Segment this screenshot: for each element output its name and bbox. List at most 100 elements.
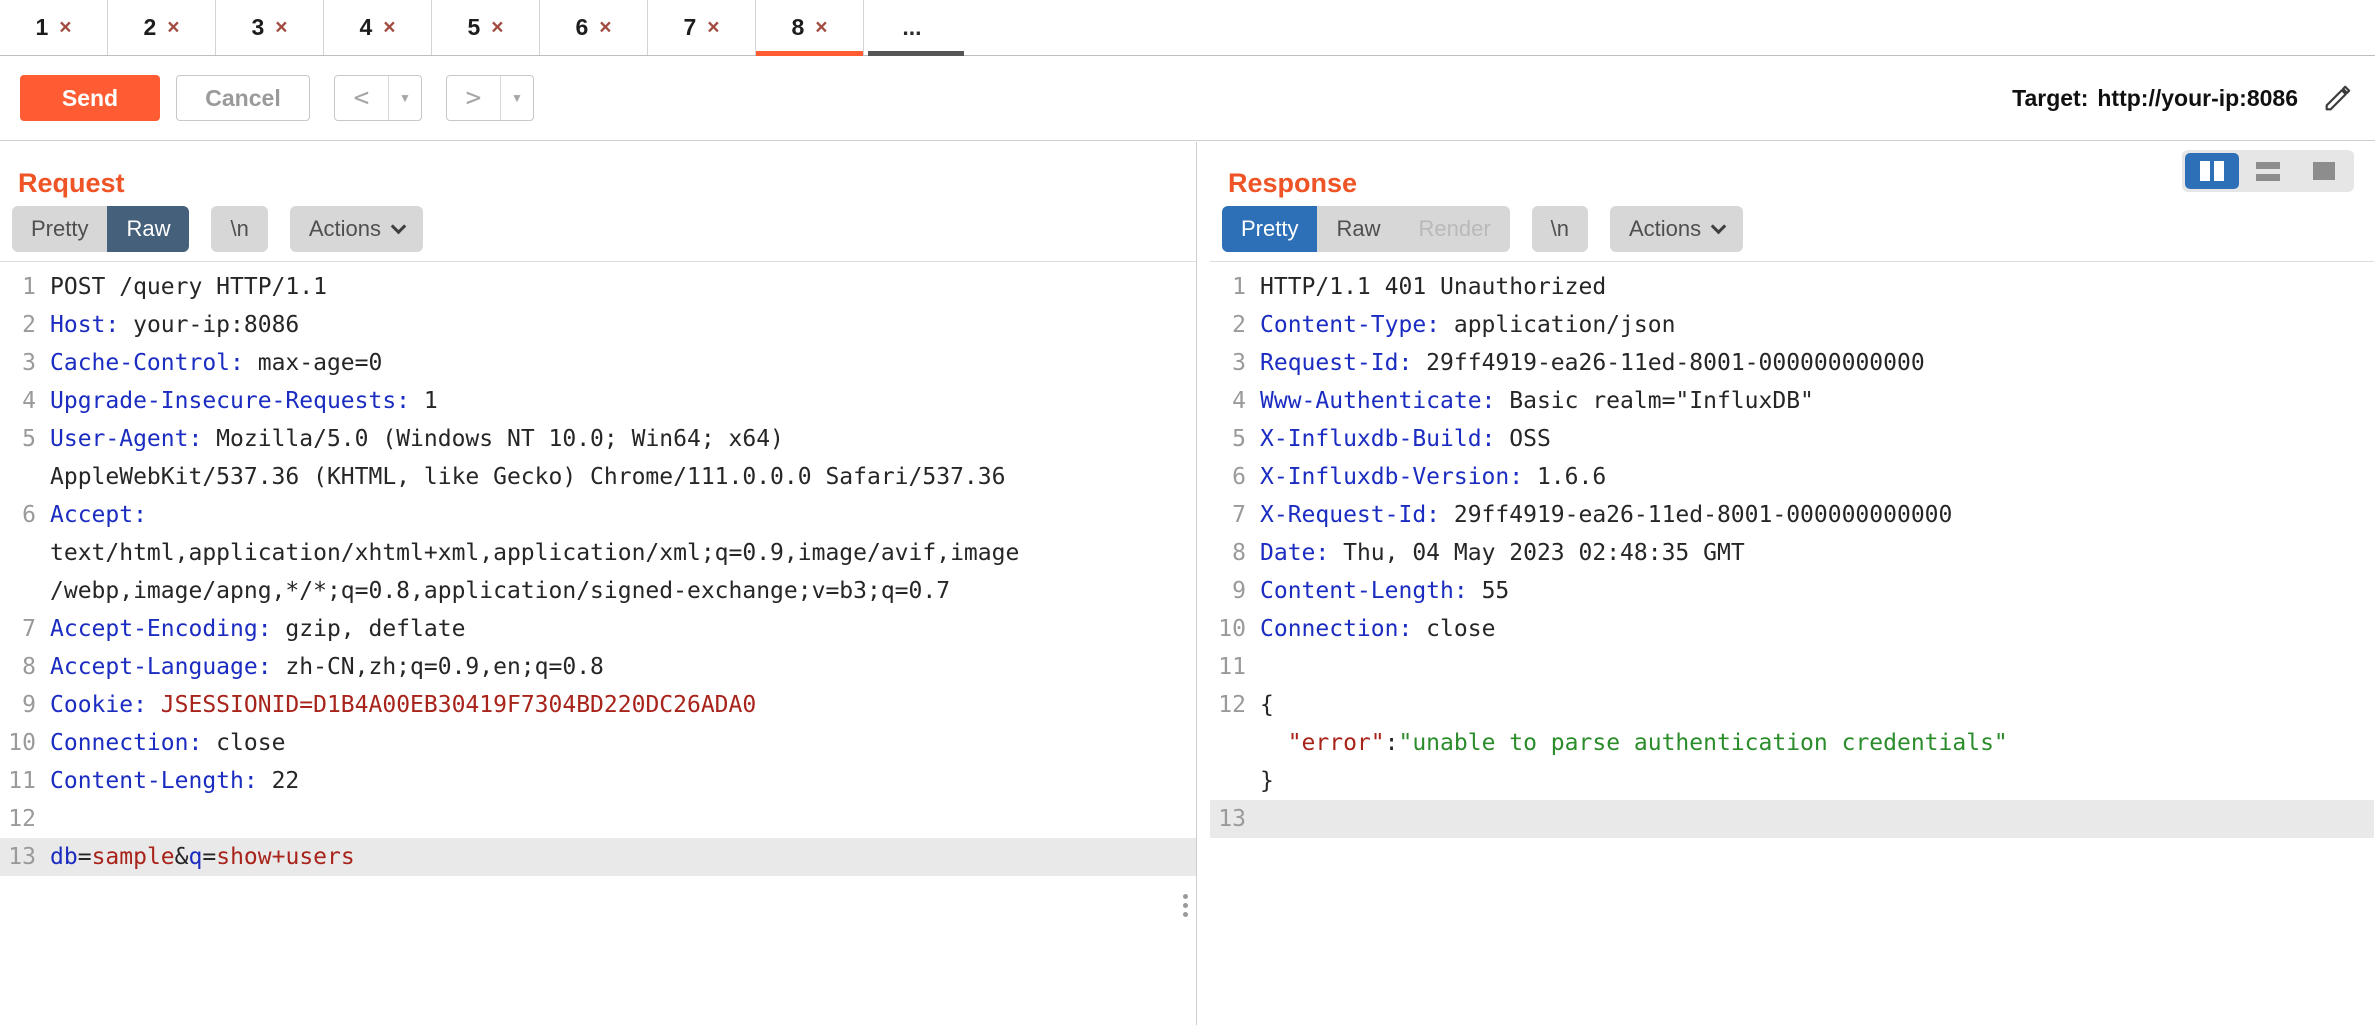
code-line[interactable]: /webp,image/apng,*/*;q=0.8,application/s… — [0, 572, 1196, 610]
panel-splitter[interactable] — [1197, 142, 1210, 1025]
line-number — [0, 534, 46, 572]
close-tab-icon[interactable]: × — [383, 16, 395, 40]
code-line[interactable]: 13db=sample&q=show+users — [0, 838, 1196, 876]
code-line[interactable]: 2Content-Type: application/json — [1210, 306, 2374, 344]
panels-area: Request PrettyRaw \n Actions 1POST /quer… — [0, 141, 2375, 1025]
close-tab-icon[interactable]: × — [59, 16, 71, 40]
code-line[interactable]: 11Content-Length: 22 — [0, 762, 1196, 800]
line-number: 6 — [0, 496, 46, 534]
layout-single-button[interactable] — [2297, 153, 2351, 189]
splitter-grip-icon[interactable] — [1183, 894, 1188, 899]
close-tab-icon[interactable]: × — [275, 16, 287, 40]
close-tab-icon[interactable]: × — [707, 16, 719, 40]
code-line[interactable]: 8Accept-Language: zh-CN,zh;q=0.9,en;q=0.… — [0, 648, 1196, 686]
code-line[interactable]: 4Www-Authenticate: Basic realm="InfluxDB… — [1210, 382, 2374, 420]
code-line[interactable]: text/html,application/xhtml+xml,applicat… — [0, 534, 1196, 572]
close-tab-icon[interactable]: × — [491, 16, 503, 40]
response-mode-tabs-row: PrettyRawRender \n Actions — [1222, 206, 2374, 252]
repeater-tab-6[interactable]: 6× — [540, 0, 648, 55]
line-text: Cookie: JSESSIONID=D1B4A00EB30419F7304BD… — [46, 686, 756, 724]
tab-raw[interactable]: Raw — [107, 206, 189, 252]
code-line[interactable]: 6X-Influxdb-Version: 1.6.6 — [1210, 458, 2374, 496]
history-back-button[interactable]: < — [335, 76, 389, 120]
line-text: db=sample&q=show+users — [46, 838, 355, 876]
request-actions-menu[interactable]: Actions — [290, 206, 423, 252]
line-text: AppleWebKit/537.36 (KHTML, like Gecko) C… — [46, 458, 1005, 496]
response-editor[interactable]: 1HTTP/1.1 401 Unauthorized2Content-Type:… — [1210, 261, 2374, 1025]
line-number: 8 — [1210, 534, 1256, 572]
history-forward-button[interactable]: > — [447, 76, 501, 120]
repeater-tab-2[interactable]: 2× — [108, 0, 216, 55]
rows-layout-icon — [2256, 162, 2280, 181]
edit-target-icon[interactable] — [2321, 81, 2355, 115]
code-line[interactable]: 4Upgrade-Insecure-Requests: 1 — [0, 382, 1196, 420]
newline-toggle[interactable]: \n — [1532, 206, 1588, 252]
tab-pretty[interactable]: Pretty — [1222, 206, 1317, 252]
close-tab-icon[interactable]: × — [815, 16, 827, 40]
code-line[interactable]: 13 — [1210, 800, 2374, 838]
request-editor[interactable]: 1POST /query HTTP/1.12Host: your-ip:8086… — [0, 261, 1196, 1025]
line-text: Content-Length: 22 — [46, 762, 299, 800]
history-back-dropdown-icon[interactable]: ▼ — [389, 76, 421, 120]
line-text: Cache-Control: max-age=0 — [46, 344, 382, 382]
code-line[interactable]: 8Date: Thu, 04 May 2023 02:48:35 GMT — [1210, 534, 2374, 572]
response-title: Response — [1228, 168, 1357, 199]
repeater-tab-7[interactable]: 7× — [648, 0, 756, 55]
response-mode-tab-group: PrettyRawRender — [1222, 206, 1510, 252]
line-number: 4 — [0, 382, 46, 420]
code-line[interactable]: 5X-Influxdb-Build: OSS — [1210, 420, 2374, 458]
code-line[interactable]: 7Accept-Encoding: gzip, deflate — [0, 610, 1196, 648]
line-number: 7 — [0, 610, 46, 648]
line-number: 13 — [0, 838, 46, 876]
tab-render[interactable]: Render — [1399, 206, 1509, 252]
code-line[interactable]: 1POST /query HTTP/1.1 — [0, 268, 1196, 306]
layout-columns-button[interactable] — [2185, 153, 2239, 189]
code-line[interactable]: 2Host: your-ip:8086 — [0, 306, 1196, 344]
request-title: Request — [18, 168, 125, 199]
code-line[interactable]: 1HTTP/1.1 401 Unauthorized — [1210, 268, 2374, 306]
code-line[interactable]: 6Accept: — [0, 496, 1196, 534]
code-line[interactable]: AppleWebKit/537.36 (KHTML, like Gecko) C… — [0, 458, 1196, 496]
code-line[interactable]: 12 — [0, 800, 1196, 838]
line-text: Date: Thu, 04 May 2023 02:48:35 GMT — [1256, 534, 1745, 572]
tab-pretty[interactable]: Pretty — [12, 206, 107, 252]
code-line[interactable]: 5User-Agent: Mozilla/5.0 (Windows NT 10.… — [0, 420, 1196, 458]
code-line[interactable]: 7X-Request-Id: 29ff4919-ea26-11ed-8001-0… — [1210, 496, 2374, 534]
repeater-tab-4[interactable]: 4× — [324, 0, 432, 55]
repeater-tab-3[interactable]: 3× — [216, 0, 324, 55]
response-actions-menu[interactable]: Actions — [1610, 206, 1743, 252]
repeater-tab-1[interactable]: 1× — [0, 0, 108, 55]
code-line[interactable]: 3Cache-Control: max-age=0 — [0, 344, 1196, 382]
repeater-tabs: 1×2×3×4×5×6×7×8× — [0, 0, 864, 55]
line-text: Request-Id: 29ff4919-ea26-11ed-8001-0000… — [1256, 344, 1925, 382]
history-forward-dropdown-icon[interactable]: ▼ — [501, 76, 533, 120]
tab-scroll-indicator — [868, 51, 964, 56]
code-line[interactable]: "error":"unable to parse authentication … — [1210, 724, 2374, 762]
repeater-tab-5[interactable]: 5× — [432, 0, 540, 55]
line-text: Content-Type: application/json — [1256, 306, 1675, 344]
newline-toggle[interactable]: \n — [211, 206, 267, 252]
code-line[interactable]: 10Connection: close — [1210, 610, 2374, 648]
tab-raw[interactable]: Raw — [1317, 206, 1399, 252]
code-line[interactable]: 12{ — [1210, 686, 2374, 724]
line-number: 7 — [1210, 496, 1256, 534]
line-number: 12 — [0, 800, 46, 838]
code-line[interactable]: 3Request-Id: 29ff4919-ea26-11ed-8001-000… — [1210, 344, 2374, 382]
tab-label: 5 — [467, 14, 480, 41]
line-text: "error":"unable to parse authentication … — [1256, 724, 2008, 762]
close-tab-icon[interactable]: × — [167, 16, 179, 40]
repeater-tab-8[interactable]: 8× — [756, 0, 864, 55]
send-button[interactable]: Send — [20, 75, 160, 121]
code-line[interactable]: } — [1210, 762, 2374, 800]
code-line[interactable]: 9Cookie: JSESSIONID=D1B4A00EB30419F7304B… — [0, 686, 1196, 724]
close-tab-icon[interactable]: × — [599, 16, 611, 40]
code-line[interactable]: 10Connection: close — [0, 724, 1196, 762]
tab-overflow-button[interactable]: ... — [864, 0, 960, 55]
layout-rows-button[interactable] — [2241, 153, 2295, 189]
cancel-button[interactable]: Cancel — [176, 75, 310, 121]
line-number: 6 — [1210, 458, 1256, 496]
single-layout-icon — [2313, 162, 2335, 180]
code-line[interactable]: 11 — [1210, 648, 2374, 686]
line-number: 9 — [1210, 572, 1256, 610]
code-line[interactable]: 9Content-Length: 55 — [1210, 572, 2374, 610]
